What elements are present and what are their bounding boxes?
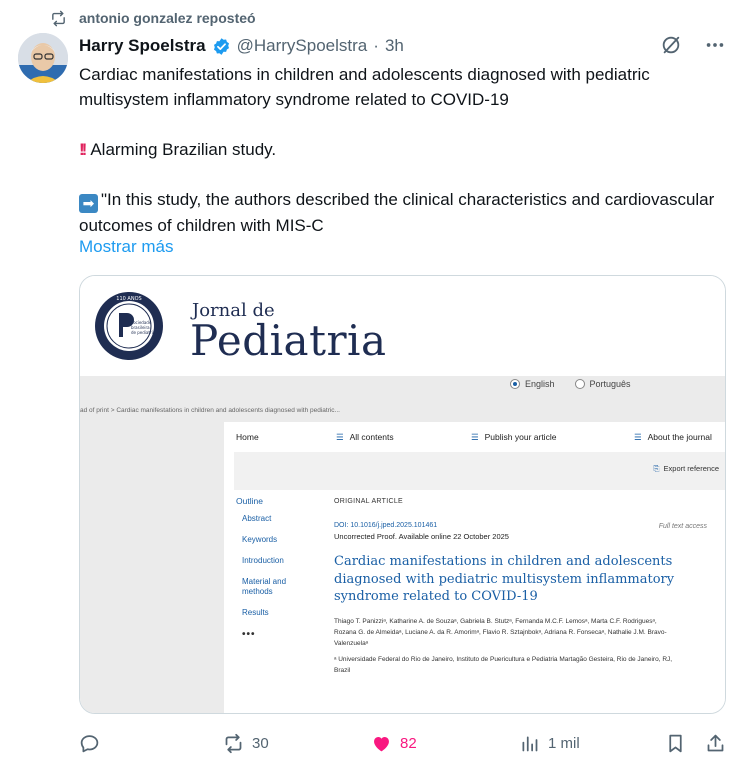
- header-actions: [660, 34, 726, 56]
- repost-icon: [52, 10, 65, 26]
- bookmark-button[interactable]: [665, 729, 686, 757]
- media-image[interactable]: 110 ANOS sociedade brasileira de pediatr…: [79, 275, 726, 714]
- share-icon: [707, 734, 724, 751]
- outline-item: Introduction: [242, 556, 284, 565]
- menu-icon: ☰: [634, 432, 642, 442]
- reply-icon: [80, 734, 99, 752]
- outline-panel: Outline Abstract Keywords Introduction M…: [236, 496, 302, 640]
- article-type: ORIGINAL ARTICLE: [334, 498, 403, 505]
- svg-text:110 ANOS: 110 ANOS: [116, 296, 141, 302]
- language-selector: English Português: [510, 379, 631, 389]
- tweet-actions: 30 82 1 mil: [79, 729, 729, 757]
- outline-title: Outline: [236, 496, 263, 506]
- article-affiliation: ᵃ Universidade Federal do Rio de Janeiro…: [334, 655, 673, 674]
- like-count: 82: [400, 734, 417, 752]
- toolbar-box: ⎘ Export reference: [234, 452, 725, 490]
- breadcrumb: ad of print > Cardiac manifestations in …: [80, 407, 340, 414]
- journal-name: Pediatria: [190, 316, 387, 365]
- tweet-header: Harry Spoelstra @HarrySpoelstra · 3h: [79, 34, 404, 58]
- author-name[interactable]: Harry Spoelstra: [79, 36, 206, 56]
- reply-button[interactable]: [79, 729, 108, 757]
- radio-icon: [574, 379, 585, 389]
- outline-item: Abstract: [242, 514, 272, 523]
- nav-all-contents: ☰ All contents: [336, 432, 394, 442]
- lang-english: English: [510, 379, 555, 389]
- tweet-line-quote: ➡ "In this study, the authors described t…: [79, 190, 715, 235]
- views-chart-icon: [522, 736, 538, 751]
- outline-more: •••: [242, 629, 256, 640]
- heart-filled-icon: [374, 736, 389, 751]
- verified-badge-icon[interactable]: [212, 37, 231, 56]
- views-count: 1 mil: [548, 734, 580, 752]
- article-page: Home ☰ All contents ☰ Publish your article…: [224, 422, 725, 713]
- outline-item: Keywords: [242, 535, 278, 544]
- right-arrow-icon: ➡: [79, 194, 98, 213]
- nav-home: Home: [236, 432, 259, 442]
- export-icon: ⎘: [653, 464, 660, 473]
- share-button[interactable]: [705, 729, 726, 757]
- like-button[interactable]: 82: [371, 729, 417, 757]
- avatar[interactable]: [18, 33, 68, 83]
- tweet-text: Cardiac manifestations in children and a…: [79, 62, 719, 238]
- outline-item: Material and methods: [242, 577, 287, 596]
- separator: ·: [373, 36, 379, 55]
- export-reference: ⎘ Export reference: [653, 464, 719, 473]
- journal-header: 110 ANOS sociedade brasileira de pediatr…: [80, 276, 725, 376]
- grok-icon[interactable]: [660, 34, 682, 56]
- tweet-line-alarm: !! Alarming Brazilian study.: [79, 140, 277, 159]
- menu-icon: ☰: [471, 432, 479, 442]
- more-options-icon[interactable]: [704, 34, 726, 56]
- menu-icon: ☰: [336, 432, 344, 442]
- article-authors: Thiago T. Panizziᵃ, Katharine A. de Souz…: [334, 617, 667, 647]
- views-button[interactable]: 1 mil: [519, 729, 580, 757]
- article-proof: Uncorrected Proof. Available online 22 O…: [334, 532, 509, 541]
- journal-seal-logo: 110 ANOS sociedade brasileira de pediatr…: [95, 292, 163, 360]
- radio-selected-icon: [510, 379, 520, 389]
- lang-portuguese: Português: [574, 379, 631, 389]
- tweet-line-title: Cardiac manifestations in children and a…: [79, 65, 650, 109]
- article-body: ORIGINAL ARTICLE Full text access DOI: 1…: [334, 498, 719, 676]
- double-exclamation-icon: !!: [79, 140, 88, 159]
- svg-text:de pediatria: de pediatria: [131, 330, 156, 335]
- repost-text[interactable]: antonio gonzalez reposteó: [79, 10, 256, 26]
- nav-publish: ☰ Publish your article: [471, 432, 557, 442]
- timestamp[interactable]: 3h: [385, 36, 404, 56]
- full-text-access: Full text access: [658, 523, 707, 530]
- bookmark-icon: [669, 734, 682, 752]
- author-handle[interactable]: @HarrySpoelstra: [237, 36, 368, 56]
- repost-icon: [225, 733, 242, 753]
- show-more-link[interactable]: Mostrar más: [79, 237, 173, 257]
- outline-item: Results: [242, 608, 269, 617]
- article-title: Cardiac manifestations in children and a…: [334, 554, 675, 604]
- nav-about: ☰ About the journal: [634, 432, 712, 442]
- repost-button[interactable]: 30: [223, 729, 269, 757]
- repost-count: 30: [252, 734, 269, 752]
- repost-indicator[interactable]: antonio gonzalez reposteó: [50, 7, 256, 29]
